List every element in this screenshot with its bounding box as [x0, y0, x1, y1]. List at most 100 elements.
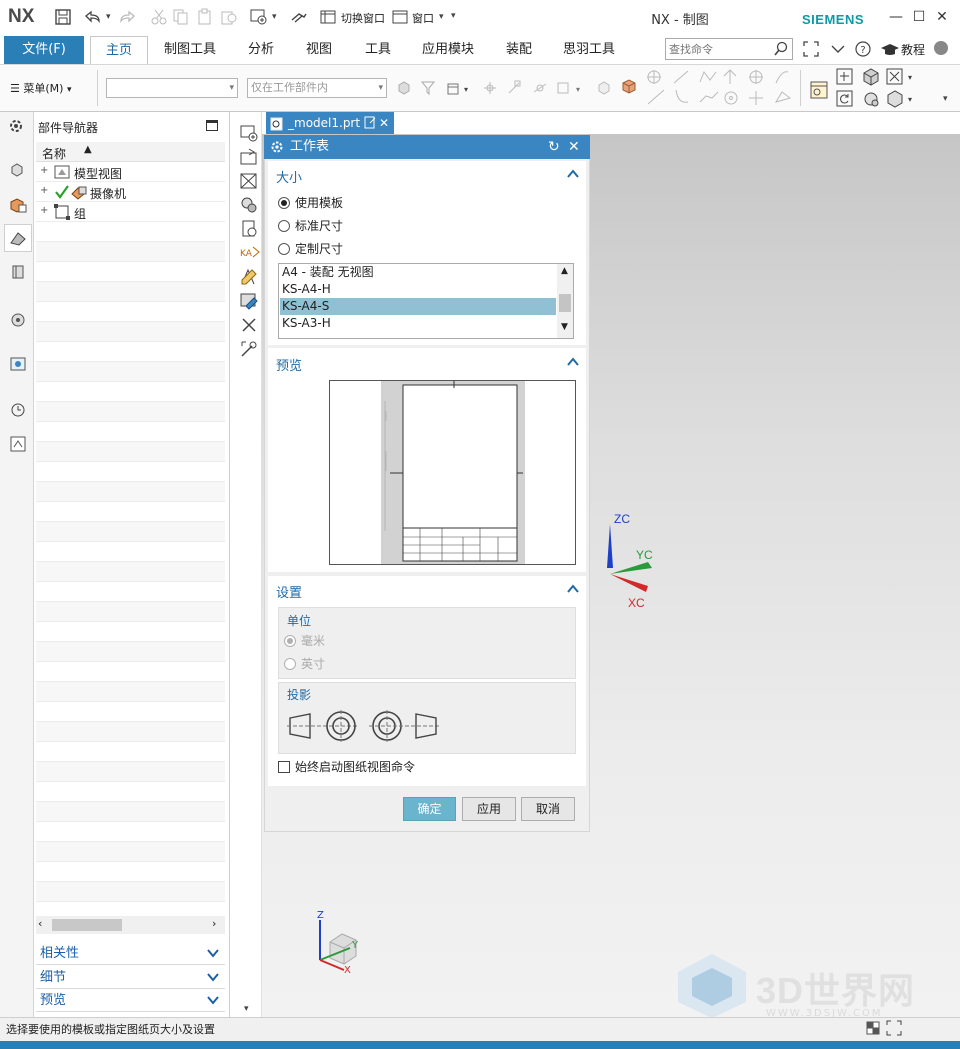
constraint-navigator-icon[interactable] — [9, 196, 27, 214]
ribbon-collapse-icon[interactable] — [829, 40, 847, 58]
expand-icon[interactable]: + — [40, 185, 48, 196]
collapse-preview-icon[interactable] — [567, 357, 579, 367]
close-window-icon[interactable]: ✕ — [934, 9, 950, 25]
new-window-icon[interactable] — [250, 8, 268, 26]
template-item[interactable]: KS-A3-H — [280, 315, 556, 332]
customize-quick-access-icon[interactable]: ▾ — [451, 11, 456, 21]
preview-section-title[interactable]: 预览 — [276, 355, 302, 374]
reuse-library-icon[interactable] — [10, 264, 26, 280]
new-sheet-tool-icon[interactable] — [240, 124, 258, 142]
minimize-icon[interactable]: — — [888, 9, 904, 25]
template-list[interactable]: A4 - 装配 无视图 KS-A4-H KS-A4-S KS-A3-H ▲ ▼ — [278, 263, 574, 339]
navigator-row-groups[interactable]: + 组 — [36, 202, 225, 222]
toolbar-overflow-icon[interactable]: ▾ — [943, 94, 948, 104]
fullscreen-icon[interactable] — [802, 40, 820, 58]
scroll-up-icon[interactable]: ▲ — [561, 266, 568, 276]
open-sheet-icon[interactable] — [240, 148, 258, 166]
type-filter-dropdown-icon[interactable]: ▾ — [229, 79, 234, 97]
dialog-header[interactable]: 工作表 ↻ ✕ — [264, 135, 590, 159]
scroll-right-icon[interactable]: › — [212, 917, 216, 930]
selection-scope-combo[interactable]: 仅在工作部件内 ▾ — [247, 78, 387, 98]
scroll-left-icon[interactable]: ‹ — [38, 917, 42, 930]
new-sheet-icon[interactable] — [809, 80, 829, 100]
always-start-checkbox[interactable]: 始终启动图纸视图命令 — [278, 760, 415, 774]
tab-view[interactable]: 视图 — [296, 36, 342, 64]
radio-custom-size[interactable]: 定制尺寸 — [278, 242, 343, 256]
scroll-thumb[interactable] — [52, 919, 122, 931]
template-list-scrollbar[interactable]: ▲ ▼ — [557, 264, 573, 338]
camera-orient-icon[interactable]: ▾ — [886, 90, 914, 108]
collapse-settings-icon[interactable] — [567, 584, 579, 594]
refresh-icon[interactable] — [836, 90, 854, 108]
snap-settings-icon[interactable]: ▾ — [446, 80, 468, 96]
status-dot-icon[interactable] — [934, 41, 948, 55]
tutorial-link[interactable]: 教程 — [901, 41, 925, 58]
switch-window-icon[interactable] — [320, 8, 338, 26]
radio-indicator[interactable] — [278, 197, 290, 209]
selection-status-icon[interactable] — [866, 1021, 880, 1035]
collapse-size-icon[interactable] — [567, 169, 579, 179]
navigator-maximize-icon[interactable] — [206, 120, 218, 131]
window-dropdown-icon[interactable]: ▾ — [439, 12, 444, 22]
tab-tools[interactable]: 工具 — [355, 36, 401, 64]
tab-file[interactable]: 文件(F) — [4, 36, 84, 64]
tab-analysis[interactable]: 分析 — [238, 36, 284, 64]
zoom-icon[interactable] — [836, 68, 854, 86]
new-window-dropdown-icon[interactable]: ▾ — [272, 12, 277, 22]
reset-icon[interactable]: ↻ — [548, 135, 560, 159]
expand-icon[interactable]: + — [40, 205, 48, 216]
tab-application[interactable]: 应用模块 — [413, 36, 483, 64]
tutorial-icon[interactable] — [880, 42, 900, 56]
projected-view-icon[interactable] — [240, 220, 258, 238]
third-angle-projection-icon[interactable] — [368, 708, 442, 744]
command-search[interactable] — [665, 38, 793, 60]
part-navigator-tab[interactable] — [4, 224, 32, 252]
radio-indicator[interactable] — [278, 243, 290, 255]
document-tab[interactable]: _model1.prt ✕ — [266, 112, 394, 134]
fit-view-icon[interactable]: ▾ — [886, 68, 914, 86]
type-filter-combo[interactable]: ▾ — [106, 78, 238, 98]
panel-details[interactable]: 细节 — [36, 967, 225, 989]
delete-icon[interactable] — [240, 316, 258, 334]
cancel-button[interactable]: 取消 — [521, 797, 575, 821]
checkbox-box[interactable] — [278, 761, 290, 773]
window-icon[interactable] — [392, 8, 410, 26]
dialog-close-icon[interactable]: ✕ — [568, 135, 580, 159]
view-creation-wizard-icon[interactable] — [240, 196, 258, 214]
radio-standard-size[interactable]: 标准尺寸 — [278, 219, 343, 233]
first-angle-projection-icon[interactable] — [286, 708, 360, 744]
scroll-down-icon[interactable]: ▼ — [561, 322, 568, 332]
help-icon[interactable]: ? — [854, 40, 872, 58]
fullscreen-status-icon[interactable] — [886, 1020, 902, 1036]
shaded-view-icon[interactable] — [620, 78, 638, 96]
main-menu-button[interactable]: ☰ 菜单(M) ▾ — [10, 80, 71, 96]
scroll-thumb[interactable] — [559, 294, 571, 312]
touch-mode-icon[interactable] — [290, 8, 308, 26]
undo-icon[interactable] — [82, 8, 100, 26]
sort-ascending-icon[interactable]: ▲ — [84, 144, 92, 155]
palette-icon[interactable] — [10, 356, 26, 372]
base-view-icon[interactable] — [240, 172, 258, 190]
dialog-settings-icon[interactable] — [270, 140, 284, 154]
undo-dropdown-icon[interactable]: ▾ — [106, 12, 111, 22]
shaded-display-icon[interactable] — [862, 68, 880, 86]
role-icon[interactable] — [10, 436, 26, 452]
tab-home[interactable]: 主页 — [90, 36, 148, 64]
settings-section-title[interactable]: 设置 — [276, 582, 302, 601]
panel-preview[interactable]: 预览 — [36, 990, 225, 1012]
template-item[interactable]: KS-A4-H — [280, 281, 556, 298]
template-item[interactable]: A4 - 装配 无视图 — [280, 264, 556, 281]
render-style-icon[interactable] — [862, 90, 880, 108]
maximize-icon[interactable]: ☐ — [911, 9, 927, 25]
navigator-column-header[interactable]: 名称 ▲ — [36, 142, 225, 162]
window-menu-button[interactable]: 窗口 — [412, 10, 434, 26]
web-browser-icon[interactable] — [10, 312, 26, 328]
tab-drafting-tools[interactable]: 制图工具 — [155, 36, 225, 64]
apply-button[interactable]: 应用 — [462, 797, 516, 821]
selection-scope-dropdown-icon[interactable]: ▾ — [378, 79, 383, 97]
close-tab-icon[interactable]: ✕ — [379, 112, 389, 134]
panel-dependencies[interactable]: 相关性 — [36, 943, 225, 965]
history-icon[interactable] — [10, 402, 26, 418]
expand-icon[interactable]: + — [40, 165, 48, 176]
checkmark-icon[interactable] — [54, 184, 70, 200]
